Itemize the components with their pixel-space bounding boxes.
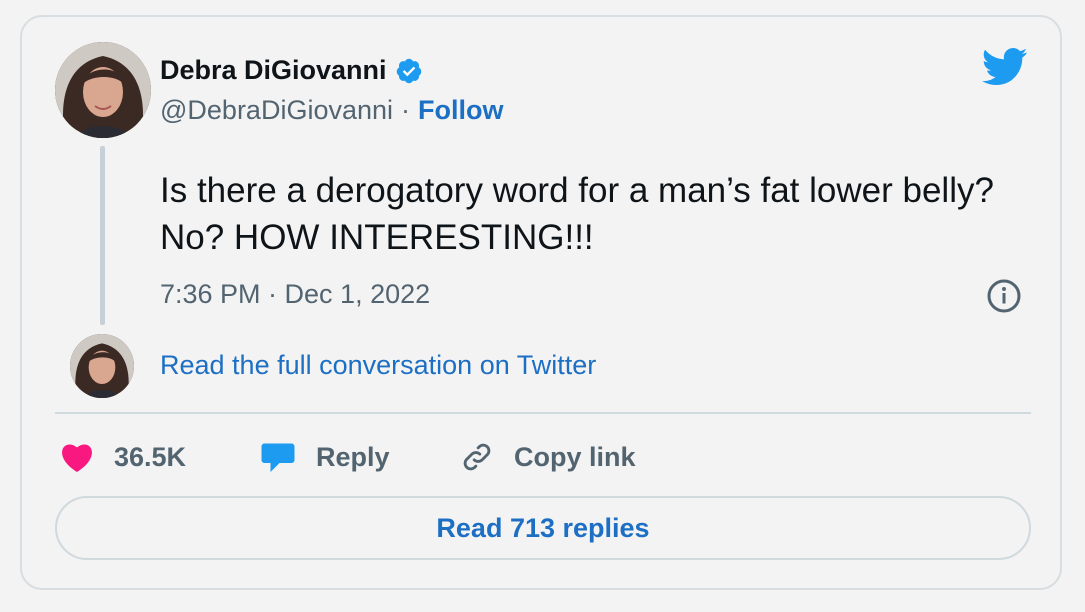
heart-icon bbox=[62, 444, 92, 473]
tweet-text: Is there a derogatory word for a man’s f… bbox=[160, 171, 994, 257]
copy-link-button[interactable]: Copy link bbox=[460, 440, 636, 474]
info-icon[interactable] bbox=[986, 278, 1022, 314]
follow-button[interactable]: Follow bbox=[418, 95, 503, 126]
separator-dot: · bbox=[401, 95, 411, 125]
thread-line bbox=[100, 146, 105, 325]
action-bar: 36.5K Reply Copy link bbox=[60, 435, 636, 479]
author-handle-row: @DebraDiGiovanni · Follow bbox=[160, 95, 504, 126]
like-button[interactable]: 36.5K bbox=[60, 441, 260, 473]
author-avatar-small[interactable] bbox=[70, 334, 134, 398]
read-full-conversation-link[interactable]: Read the full conversation on Twitter bbox=[160, 350, 596, 381]
like-count: 36.5K bbox=[114, 441, 187, 472]
copy-link-label: Copy link bbox=[514, 441, 636, 472]
embedded-tweet-card: Debra DiGiovanni @DebraDiGiovanni · Foll… bbox=[20, 15, 1062, 590]
reply-bubble-icon bbox=[261, 443, 295, 472]
twitter-bird-icon[interactable] bbox=[982, 47, 1028, 87]
author-avatar[interactable] bbox=[55, 42, 151, 138]
divider bbox=[55, 412, 1031, 414]
reply-label: Reply bbox=[316, 441, 390, 472]
verified-badge-icon bbox=[396, 58, 421, 83]
author-name-row: Debra DiGiovanni bbox=[160, 55, 423, 86]
author-name[interactable]: Debra DiGiovanni bbox=[160, 55, 387, 86]
tweet-timestamp[interactable]: 7:36 PM · Dec 1, 2022 bbox=[160, 279, 430, 310]
reply-button[interactable]: Reply bbox=[260, 440, 460, 474]
read-replies-button[interactable]: Read 713 replies bbox=[55, 496, 1031, 560]
author-handle[interactable]: @DebraDiGiovanni bbox=[160, 95, 393, 126]
link-icon bbox=[463, 443, 491, 471]
